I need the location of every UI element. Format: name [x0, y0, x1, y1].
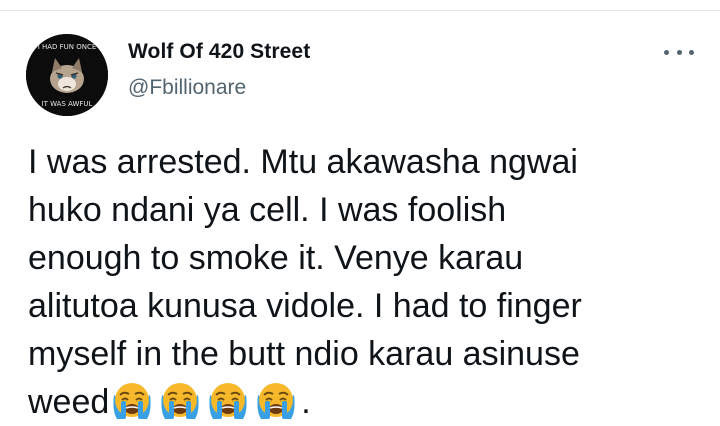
tweet-last-line: weed. [28, 378, 700, 426]
top-divider [0, 10, 720, 11]
more-horizontal-icon-dot [676, 49, 682, 55]
more-options-button[interactable] [664, 42, 694, 62]
avatar-bottom-text: IT WAS AWFUL [42, 100, 93, 108]
tweet-card: I HAD FUN ONCE IT WAS AWFUL Wolf Of 420 … [0, 0, 720, 426]
loudly-crying-face-icon [205, 381, 251, 421]
loudly-crying-face-icon [253, 381, 299, 421]
avatar[interactable]: I HAD FUN ONCE IT WAS AWFUL [26, 34, 108, 116]
tweet-line: I was arrested. Mtu akawasha ngwai [28, 143, 578, 181]
loudly-crying-face-icon [109, 381, 155, 421]
tweet-line: alitutoa kunusa vidole. I had to finger [28, 287, 582, 325]
more-horizontal-icon-dot [689, 49, 694, 55]
tweet-line: huko ndani ya cell. I was foolish [28, 191, 507, 229]
more-horizontal-icon [664, 49, 669, 55]
author-display-name[interactable]: Wolf Of 420 Street [128, 40, 310, 64]
tweet-trailing-text: . [301, 383, 311, 421]
avatar-top-text: I HAD FUN ONCE [38, 43, 97, 51]
tweet-line: myself in the butt ndio karau asinuse [28, 335, 580, 373]
loudly-crying-face-icon [157, 381, 203, 421]
tweet-line: enough to smoke it. Venye karau [28, 239, 524, 277]
tweet-text: I was arrested. Mtu akawasha ngwai huko … [28, 138, 700, 426]
tweet-last-word: weed [28, 383, 110, 421]
author-handle[interactable]: @Fbillionare [128, 76, 246, 100]
